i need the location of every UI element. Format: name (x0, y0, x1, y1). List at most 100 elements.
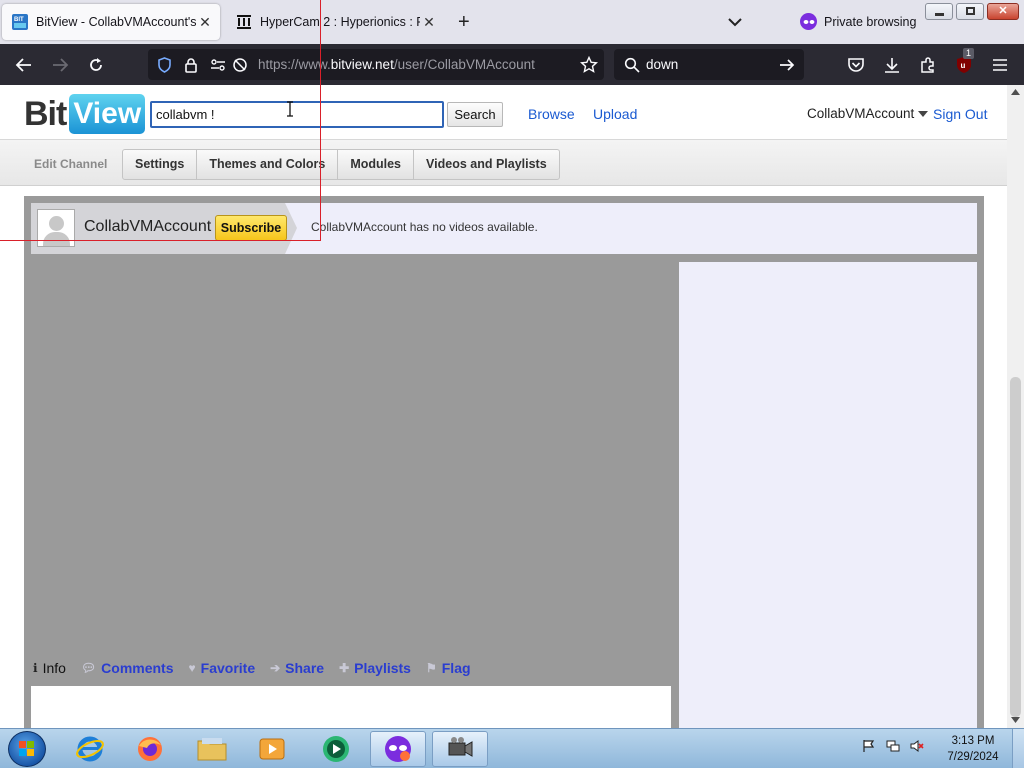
logo-bit: Bit (24, 95, 67, 133)
web-search-value[interactable]: down (646, 57, 678, 72)
reload-icon (90, 58, 102, 71)
action-center-flag-icon[interactable] (862, 739, 876, 753)
hamburger-menu-icon (993, 59, 1007, 71)
url-host: bitview.net (330, 57, 394, 72)
scroll-up-icon[interactable] (1011, 89, 1020, 95)
start-button[interactable] (8, 731, 46, 767)
tab-themes-and-colors[interactable]: Themes and Colors (197, 150, 339, 179)
show-desktop-button[interactable] (1012, 729, 1024, 768)
user-menu[interactable]: CollabVMAccount (807, 106, 929, 121)
scrollbar-thumb[interactable] (1010, 377, 1021, 717)
extensions-button[interactable] (916, 53, 940, 77)
video-info-box (31, 686, 671, 728)
no-videos-message: CollabVMAccount has no videos available. (311, 220, 538, 234)
taskbar-internet-explorer[interactable] (62, 731, 118, 767)
close-tab-icon[interactable]: ✕ (420, 14, 438, 31)
firefox-icon (138, 737, 162, 761)
tab-playlists-label: Playlists (354, 660, 411, 676)
taskbar-firefox-private[interactable] (370, 731, 426, 767)
edit-channel-label: Edit Channel (34, 157, 108, 171)
comment-icon: 💬︎ (80, 661, 97, 675)
site-search-button[interactable]: Search (447, 102, 503, 127)
private-browsing-label: Private browsing (824, 14, 917, 29)
tab-flag-label: Flag (441, 660, 471, 676)
close-tab-icon[interactable]: ✕ (196, 14, 214, 31)
taskbar-file-explorer[interactable] (184, 731, 240, 767)
bookmark-star-icon[interactable] (580, 56, 598, 74)
url-path: /user/CollabVMAccount (393, 57, 535, 72)
taskbar-hypercam[interactable] (432, 731, 488, 767)
bitview-logo[interactable]: Bit View (24, 94, 146, 134)
bitview-header: Bit View Search Browse Upload CollabVMAc… (0, 85, 1007, 140)
site-search-input[interactable] (150, 101, 444, 128)
tab-videos-and-playlists[interactable]: Videos and Playlists (414, 150, 559, 179)
channel-container: CollabVMAccount Subscribe CollabVMAccoun… (24, 196, 984, 728)
edit-channel-bar: Edit Channel Settings Themes and Colors … (0, 140, 1007, 186)
tab-share[interactable]: ➔ Share (270, 660, 324, 676)
clock-date: 7/29/2024 (947, 751, 999, 763)
private-browsing-indicator: Private browsing (800, 13, 916, 30)
new-tab-button[interactable]: + (458, 10, 470, 34)
browse-link[interactable]: Browse (528, 106, 575, 122)
network-icon[interactable] (886, 739, 900, 753)
url-scheme: https://www. (258, 57, 331, 72)
pocket-icon (848, 58, 864, 72)
back-button[interactable] (12, 53, 36, 77)
avatar[interactable] (37, 209, 75, 247)
tab-settings[interactable]: Settings (123, 150, 198, 179)
private-mask-icon (800, 13, 817, 30)
tab-bitview[interactable]: BIT BitView - CollabVMAccount's C ✕ (2, 4, 220, 40)
ublock-button[interactable]: u 1 (952, 48, 976, 77)
url-text[interactable]: https://www.bitview.net/user/CollabVMAcc… (258, 57, 535, 72)
clock-time: 3:13 PM (951, 735, 995, 747)
svg-text:u: u (961, 61, 966, 70)
folder-icon (197, 738, 227, 761)
tab-list-chevron-icon[interactable] (725, 12, 745, 32)
video-player-area (24, 256, 671, 656)
scroll-down-icon[interactable] (1011, 717, 1020, 723)
forward-button[interactable] (48, 53, 72, 77)
taskbar-media-player[interactable] (244, 731, 300, 767)
close-window-button[interactable]: ✕ (987, 3, 1019, 20)
address-bar[interactable]: https://www.bitview.net/user/CollabVMAcc… (148, 49, 604, 80)
tab-playlists[interactable]: ✚ Playlists (339, 660, 411, 676)
downloads-button[interactable] (880, 53, 904, 77)
channel-name[interactable]: CollabVMAccount (84, 218, 211, 236)
reload-button[interactable] (84, 53, 108, 77)
permissions-icon[interactable] (210, 58, 226, 72)
channel-side-panel (679, 262, 977, 728)
tab-info[interactable]: ℹ Info (33, 660, 66, 676)
lock-icon[interactable] (184, 57, 198, 73)
tab-comments[interactable]: 💬︎ Comments (81, 660, 174, 676)
autoplay-blocked-icon[interactable] (232, 57, 248, 73)
logo-view: View (69, 94, 146, 134)
go-arrow-icon[interactable] (778, 57, 796, 73)
tab-favorite[interactable]: ♥ Favorite (189, 660, 256, 676)
sign-out-link[interactable]: Sign Out (933, 106, 987, 122)
restore-button[interactable] (956, 3, 984, 20)
minimize-button[interactable] (925, 3, 953, 20)
system-clock[interactable]: 3:13 PM 7/29/2024 (943, 733, 1003, 765)
channel-banner: CollabVMAccount Subscribe CollabVMAccoun… (31, 203, 977, 254)
tab-modules[interactable]: Modules (338, 150, 415, 179)
forward-arrow-icon (53, 58, 69, 72)
subscribe-button[interactable]: Subscribe (215, 215, 287, 241)
taskbar-media-center[interactable] (308, 731, 364, 767)
tab-flag[interactable]: ⚑ Flag (426, 660, 471, 676)
windows-taskbar: 3:13 PM 7/29/2024 (0, 728, 1024, 768)
heart-icon: ♥ (188, 661, 196, 675)
web-search-bar[interactable]: down (614, 49, 804, 80)
tab-share-label: Share (285, 660, 325, 676)
web-page: Bit View Search Browse Upload CollabVMAc… (0, 85, 1007, 728)
windows-logo-icon (19, 741, 34, 756)
tab-hypercam[interactable]: HyperCam 2 : Hyperionics : Fre ✕ (226, 4, 444, 40)
shield-icon[interactable] (157, 57, 172, 73)
tab-favorite-label: Favorite (200, 660, 256, 676)
upload-link[interactable]: Upload (593, 106, 637, 122)
tab-info-label: Info (42, 660, 66, 676)
pocket-button[interactable] (844, 53, 868, 77)
page-scrollbar[interactable] (1007, 85, 1024, 728)
volume-muted-icon[interactable] (910, 739, 924, 753)
app-menu-button[interactable] (988, 53, 1012, 77)
taskbar-firefox[interactable] (122, 731, 178, 767)
